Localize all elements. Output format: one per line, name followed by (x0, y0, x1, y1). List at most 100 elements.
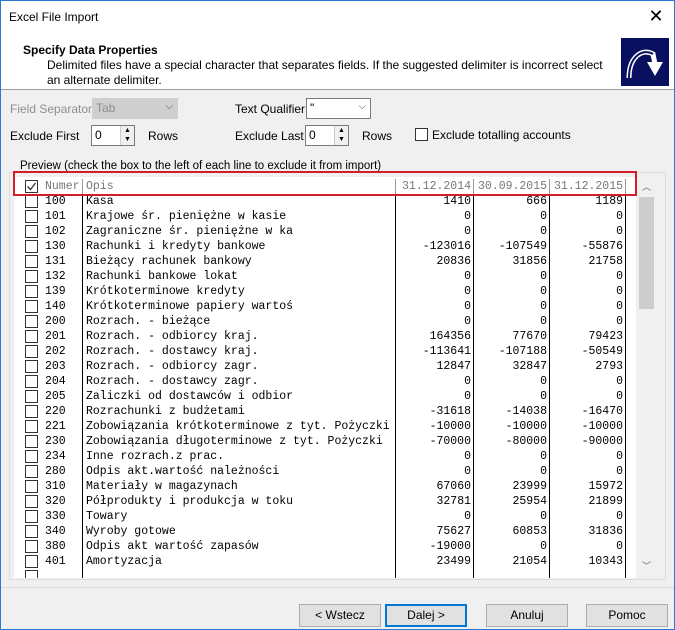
row-checkbox[interactable] (25, 390, 38, 403)
exclude-first-stepper[interactable]: 0 ▲ ▼ (91, 125, 135, 146)
title-bar: Excel File Import ✕ (1, 1, 674, 33)
row-checkbox[interactable] (25, 195, 38, 208)
row-checkbox[interactable] (25, 420, 38, 433)
table-row: 100 Kasa 1410 666 1189 (14, 194, 636, 209)
cell-value: -10000 (395, 419, 473, 434)
row-checkbox[interactable] (25, 225, 38, 238)
row-checkbox[interactable] (25, 405, 38, 418)
row-checkbox[interactable] (25, 330, 38, 343)
row-checkbox[interactable] (25, 255, 38, 268)
close-icon[interactable]: ✕ (646, 6, 666, 27)
cell-numer: 221 (45, 420, 66, 433)
page-description: Delimited files have a special character… (47, 58, 603, 87)
cell-value: 0 (395, 464, 473, 479)
window-title: Excel File Import (9, 10, 99, 24)
row-checkbox[interactable] (25, 375, 38, 388)
field-separator-select[interactable]: Tab ⌵ (92, 98, 178, 119)
next-button[interactable]: Dalej > (385, 604, 467, 627)
spin-arrows-icon[interactable]: ▲ ▼ (120, 126, 134, 145)
row-checkbox[interactable] (25, 450, 38, 463)
cell-value: 0 (473, 464, 549, 479)
cell-numer: 203 (45, 360, 66, 373)
table-row: 201 Rozrach. - odbiorcy kraj. 164356 77670 7… (14, 329, 636, 344)
row-checkbox[interactable] (25, 540, 38, 553)
cell-value: 0 (395, 509, 473, 524)
row-checkbox[interactable] (25, 435, 38, 448)
table-row: 202 Rozrach. - dostawcy kraj. -113641 -1071… (14, 344, 636, 359)
cell-value: -107188 (473, 344, 549, 359)
cell-opis: Półprodukty i produkcja w toku (82, 494, 395, 509)
cell-value: 0 (549, 539, 626, 554)
row-checkbox[interactable] (25, 270, 38, 283)
row-checkbox[interactable] (25, 345, 38, 358)
row-checkbox[interactable] (25, 285, 38, 298)
table-row: 130 Rachunki i kredyty bankowe -123016 -107… (14, 239, 636, 254)
cell-value: 0 (473, 299, 549, 314)
row-checkbox[interactable] (25, 480, 38, 493)
header-highlight (13, 171, 637, 196)
cell-value: 15972 (549, 479, 626, 494)
help-button[interactable]: Pomoc (586, 604, 668, 627)
row-checkbox[interactable] (25, 300, 38, 313)
cell-numer: 202 (45, 345, 66, 358)
cell-value: 1410 (395, 194, 473, 209)
cell-value: 31856 (473, 254, 549, 269)
cell-opis: Odpis akt.wartość należności (82, 464, 395, 479)
cell-numer: 234 (45, 450, 66, 463)
cell-value: 0 (395, 284, 473, 299)
row-checkbox[interactable] (25, 465, 38, 478)
cell-numer: 201 (45, 330, 66, 343)
chevron-up-icon[interactable]: ︿ (638, 179, 655, 196)
table-row: 280 Odpis akt.wartość należności 0 0 0 (14, 464, 636, 479)
cell-numer: 204 (45, 375, 66, 388)
cell-value (549, 569, 626, 578)
import-arrow-icon (621, 38, 669, 86)
cell-value: 75627 (395, 524, 473, 539)
row-checkbox[interactable] (25, 555, 38, 568)
table-row: 132 Rachunki bankowe lokat 0 0 0 (14, 269, 636, 284)
back-button[interactable]: < Wstecz (299, 604, 381, 627)
cell-value: 12847 (395, 359, 473, 374)
spin-arrows-icon[interactable]: ▲ ▼ (334, 126, 348, 145)
cell-value: 77670 (473, 329, 549, 344)
row-checkbox[interactable] (25, 210, 38, 223)
cell-value: 20836 (395, 254, 473, 269)
table-row: 139 Krótkoterminowe kredyty 0 0 0 (14, 284, 636, 299)
cell-value: 0 (549, 509, 626, 524)
field-separator-label: Field Separator: (10, 102, 96, 116)
cell-opis: Materiały w magazynach (82, 479, 395, 494)
text-qualifier-select[interactable]: " ⌵ (306, 98, 371, 119)
exclude-first-value: 0 (95, 128, 102, 142)
chevron-down-icon: ⌵ (358, 101, 366, 112)
row-checkbox[interactable] (25, 240, 38, 253)
row-checkbox[interactable] (25, 570, 38, 578)
row-checkbox[interactable] (25, 360, 38, 373)
cell-value: 21899 (549, 494, 626, 509)
cell-value: -90000 (549, 434, 626, 449)
cancel-button[interactable]: Anuluj (486, 604, 568, 627)
cell-numer: 140 (45, 300, 66, 313)
cell-opis: Rachunki i kredyty bankowe (82, 239, 395, 254)
table-row-partial (14, 569, 636, 578)
row-checkbox[interactable] (25, 510, 38, 523)
scrollbar-thumb[interactable] (639, 197, 654, 309)
cell-opis: Zobowiązania długoterminowe z tyt. Pożyc… (82, 434, 395, 449)
preview-scrollbar[interactable]: ︿ ﹀ (638, 179, 655, 575)
cell-numer: 200 (45, 315, 66, 328)
cell-value: -19000 (395, 539, 473, 554)
row-checkbox[interactable] (25, 495, 38, 508)
cell-value: 0 (549, 314, 626, 329)
row-checkbox[interactable] (25, 525, 38, 538)
cell-opis: Amortyzacja (82, 554, 395, 569)
cell-value: 0 (549, 449, 626, 464)
divider (1, 587, 674, 588)
cell-value: -107549 (473, 239, 549, 254)
cell-value: 21758 (549, 254, 626, 269)
exclude-totalling-checkbox[interactable] (415, 128, 428, 141)
cell-value: 67060 (395, 479, 473, 494)
chevron-down-icon[interactable]: ﹀ (638, 558, 655, 575)
cell-numer: 102 (45, 225, 66, 238)
exclude-last-stepper[interactable]: 0 ▲ ▼ (305, 125, 349, 146)
row-checkbox[interactable] (25, 315, 38, 328)
cell-value: 0 (549, 374, 626, 389)
